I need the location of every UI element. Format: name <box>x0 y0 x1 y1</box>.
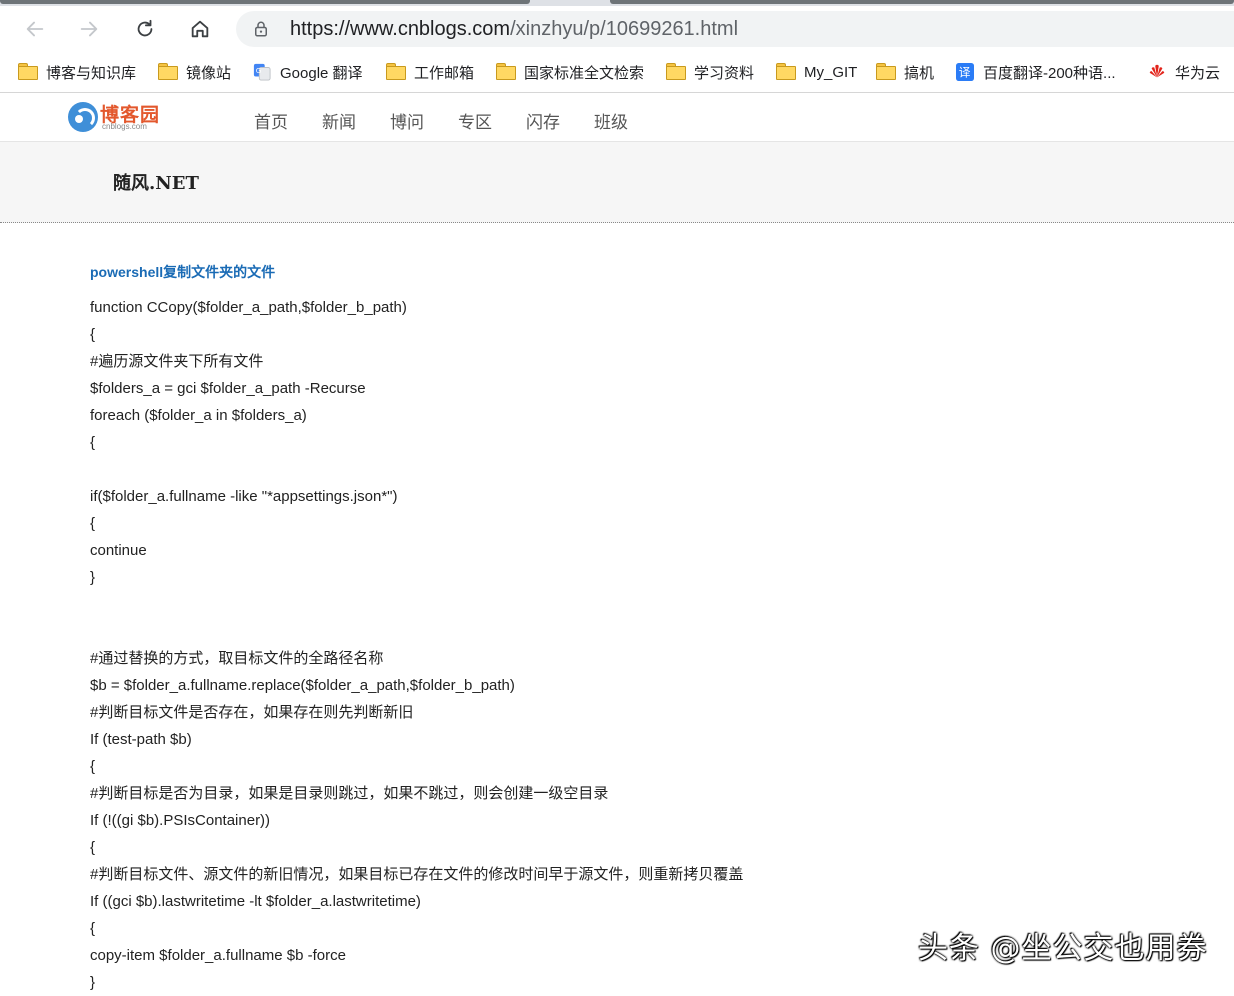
url-text[interactable]: https://www.cnblogs.com/xinzhyu/p/106992… <box>290 18 738 40</box>
nav-link-home[interactable]: 首页 <box>254 108 288 133</box>
folder-icon <box>18 63 38 81</box>
home-icon <box>191 20 209 38</box>
bookmark-item[interactable]: G Google 翻译 <box>252 59 363 85</box>
code-line: $folders_a = gci $folder_a_path -Recurse <box>90 380 366 397</box>
code-line: continue <box>90 542 147 559</box>
logo-domain: cnblogs.com <box>102 122 147 131</box>
reload-icon <box>137 19 153 37</box>
post-body: function CCopy($folder_a_path,$folder_b_… <box>90 294 743 996</box>
bookmark-item[interactable]: 博客与知识库 <box>18 59 136 85</box>
code-line: { <box>90 839 96 856</box>
huawei-icon <box>1149 64 1165 78</box>
folder-icon <box>666 63 686 81</box>
svg-text:G: G <box>256 66 262 75</box>
blog-title[interactable]: 随风.NET <box>113 169 199 195</box>
code-line: If (test-path $b) <box>90 731 192 748</box>
bookmark-label: 学习资料 <box>694 64 755 82</box>
code-line: } <box>90 569 96 586</box>
nav-link-zone[interactable]: 专区 <box>458 108 492 133</box>
home-button[interactable] <box>184 14 216 44</box>
bookmark-label: 博客与知识库 <box>46 64 137 82</box>
bookmark-item[interactable]: 工作邮箱 <box>386 59 474 85</box>
reload-button[interactable] <box>129 14 161 44</box>
code-line: } <box>90 974 96 991</box>
code-line: If ((gci $b).lastwritetime -lt $folder_a… <box>90 893 421 910</box>
code-line: if($folder_a.fullname -like "*appsetting… <box>90 488 398 505</box>
site-logo[interactable]: 博客园 cnblogs.com <box>68 100 168 134</box>
bookmark-label: Google 翻译 <box>280 64 363 82</box>
folder-icon <box>496 63 516 81</box>
address-bar[interactable]: https://www.cnblogs.com/xinzhyu/p/106992… <box>236 11 1234 47</box>
code-line: { <box>90 920 96 937</box>
code-line: copy-item $folder_a.fullname $b -force <box>90 947 346 964</box>
tab-inactive[interactable] <box>610 0 1234 4</box>
blog-header: 随风.NET <box>0 142 1234 223</box>
url-path: /xinzhyu/p/10699261.html <box>510 18 739 40</box>
bookmark-label: 百度翻译-200种语... <box>983 64 1116 82</box>
code-line: #判断目标是否为目录，如果是目录则跳过，如果不跳过，则会创建一级空目录 <box>90 785 609 802</box>
bookmark-label: 搞机 <box>904 64 935 82</box>
watermark: 头条 @坐公交也用券 <box>918 931 1208 966</box>
cnblogs-logo-icon <box>68 102 98 132</box>
code-line: { <box>90 326 96 343</box>
bookmark-label: 华为云 <box>1175 64 1221 82</box>
tab-inactive[interactable] <box>0 0 530 4</box>
bookmark-item[interactable]: 国家标准全文检索 <box>496 59 644 85</box>
code-line: #判断目标文件、源文件的新旧情况，如果目标已存在文件的修改时间早于源文件，则重新… <box>90 866 744 883</box>
svg-text:译: 译 <box>959 66 971 80</box>
url-host: https://www.cnblogs.com <box>290 18 511 40</box>
browser-toolbar: https://www.cnblogs.com/xinzhyu/p/106992… <box>0 6 1234 52</box>
site-menu: 首页 新闻 博问 专区 闪存 班级 <box>254 108 662 133</box>
bookmark-label: 镜像站 <box>186 64 232 82</box>
post-title[interactable]: powershell复制文件夹的文件 <box>90 262 275 282</box>
bookmark-item[interactable]: My_GIT <box>776 59 857 85</box>
google-translate-icon: G <box>253 63 271 81</box>
code-line: #通过替换的方式，取目标文件的全路径名称 <box>90 650 384 667</box>
bookmark-item[interactable]: 华为云 <box>1147 59 1220 85</box>
nav-link-news[interactable]: 新闻 <box>322 108 356 133</box>
code-line: foreach ($folder_a in $folders_a) <box>90 407 307 424</box>
forward-button[interactable] <box>73 14 105 44</box>
folder-icon <box>386 63 406 81</box>
bookmarks-bar: 博客与知识库 镜像站 G Google 翻译 工作邮箱 国家标准全文检索 学习资… <box>0 52 1234 93</box>
bookmark-item[interactable]: 镜像站 <box>158 59 231 85</box>
nav-link-class[interactable]: 班级 <box>594 108 628 133</box>
nav-link-questions[interactable]: 博问 <box>390 108 424 133</box>
back-button[interactable] <box>19 14 51 44</box>
forward-icon <box>80 21 98 37</box>
site-navbar: 博客园 cnblogs.com 首页 新闻 博问 专区 闪存 班级 <box>0 93 1234 142</box>
folder-icon <box>776 63 796 81</box>
bookmark-item[interactable]: 译 百度翻译-200种语... <box>955 59 1116 85</box>
code-line: { <box>90 434 96 451</box>
code-line: function CCopy($folder_a_path,$folder_b_… <box>90 299 407 316</box>
baidu-translate-icon: 译 <box>956 63 974 81</box>
code-line: $b = $folder_a.fullname.replace($folder_… <box>90 677 515 694</box>
folder-icon <box>876 63 896 81</box>
code-line: #判断目标文件是否存在，如果存在则先判断新旧 <box>90 704 414 721</box>
folder-icon <box>158 63 178 81</box>
code-line: #遍历源文件夹下所有文件 <box>90 353 264 370</box>
bookmark-label: 工作邮箱 <box>414 64 475 82</box>
code-line: { <box>90 758 96 775</box>
bookmark-item[interactable]: 学习资料 <box>666 59 754 85</box>
back-icon <box>26 21 44 37</box>
code-line: If (!((gi $b).PSIsContainer)) <box>90 812 271 829</box>
nav-link-flash[interactable]: 闪存 <box>526 108 560 133</box>
lock-icon[interactable] <box>252 20 270 38</box>
bookmark-label: 国家标准全文检索 <box>524 64 645 82</box>
bookmark-label: My_GIT <box>804 63 858 81</box>
bookmark-item[interactable]: 搞机 <box>876 59 934 85</box>
code-line: { <box>90 515 96 532</box>
